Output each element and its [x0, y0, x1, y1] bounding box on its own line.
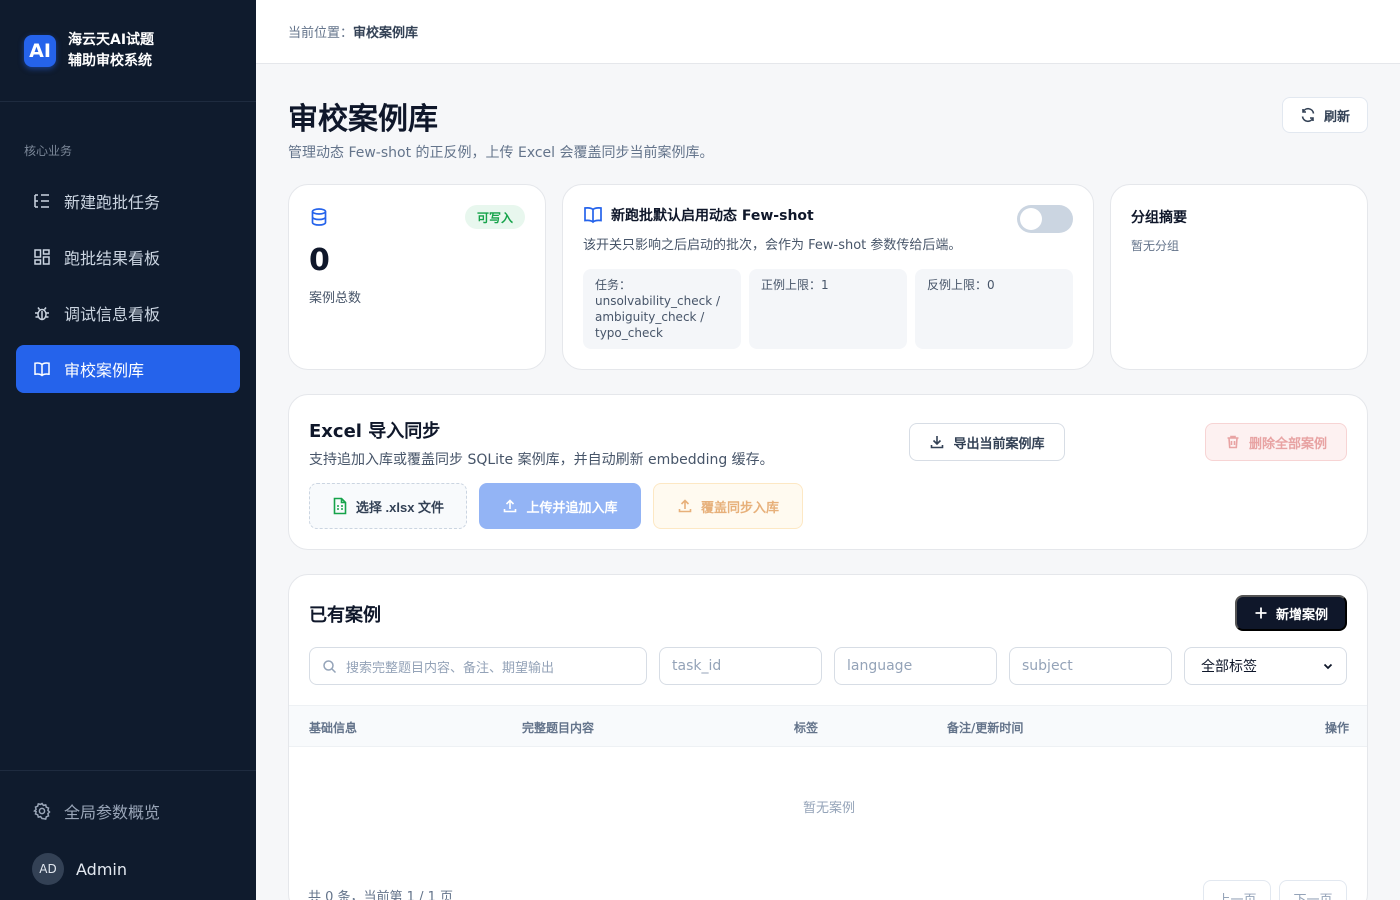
sidebar-item-label: 跑批结果看板 [64, 249, 161, 268]
plus-icon [1255, 607, 1267, 619]
user-profile[interactable]: AD Admin [32, 853, 256, 885]
global-settings-label: 全局参数概览 [64, 803, 161, 822]
global-settings-link[interactable]: 全局参数概览 [32, 799, 256, 823]
refresh-icon [1301, 107, 1315, 123]
overwrite-sync-button[interactable]: 覆盖同步入库 [653, 483, 803, 529]
sidebar-item-debug[interactable]: 调试信息看板 [16, 289, 240, 337]
trash-icon [1227, 435, 1239, 449]
fewshot-description: 该开关只影响之后启动的批次，会作为 Few-shot 参数传给后端。 [583, 238, 962, 253]
group-summary-title: 分组摘要 [1131, 210, 1187, 226]
choose-file-label: 选择 .xlsx 文件 [355, 499, 445, 515]
sidebar-footer: 全局参数概览 AD Admin [0, 770, 256, 900]
group-summary-empty: 暂无分组 [1131, 239, 1180, 253]
brand-title-line1: 海云天AI试题 [68, 31, 155, 48]
brand-logo: AI [24, 34, 56, 67]
table-header: 基础信息 完整题目内容 标签 备注/更新时间 操作 [289, 705, 1367, 747]
breadcrumb: 当前位置： 审校案例库 [256, 0, 1400, 64]
sidebar-item-batch-results[interactable]: 跑批结果看板 [16, 233, 240, 281]
fewshot-card: 新跑批默认启用动态 Few-shot 该开关只影响之后启动的批次，会作为 Few… [562, 184, 1094, 370]
brand-title: 海云天AI试题 辅助审校系统 [68, 30, 154, 72]
nav-section-label: 核心业务 [24, 144, 73, 158]
next-page-button[interactable]: 下一页 [1279, 880, 1347, 900]
sidebar-item-label: 新建跑批任务 [64, 193, 161, 212]
search-input[interactable]: 搜索完整题目内容、备注、期望输出 [309, 647, 647, 685]
dashboard-grid-icon [32, 247, 52, 267]
column-header-tags: 标签 [794, 721, 819, 735]
excel-import-subtitle: 支持追加入库或覆盖同步 SQLite 案例库，并自动刷新 embedding 缓… [309, 452, 774, 468]
search-placeholder: 搜索完整题目内容、备注、期望输出 [346, 660, 555, 676]
upload-append-label: 上传并追加入库 [526, 499, 618, 515]
prev-page-button[interactable]: 上一页 [1203, 880, 1271, 900]
column-header-basic: 基础信息 [309, 721, 358, 735]
language-input[interactable]: language [834, 647, 997, 685]
column-header-content: 完整题目内容 [522, 721, 595, 735]
sidebar-item-label: 调试信息看板 [64, 305, 161, 324]
delete-all-button[interactable]: 删除全部案例 [1205, 423, 1347, 461]
case-count-label: 案例总数 [309, 291, 362, 306]
task-id-input[interactable]: task_id [659, 647, 822, 685]
tag-filter-select[interactable]: 全部标签 [1184, 647, 1347, 685]
chevron-down-icon [1323, 663, 1333, 670]
breadcrumb-current: 审校案例库 [353, 26, 419, 41]
fewshot-tasks-value: unsolvability_check / ambiguity_check / … [595, 294, 721, 340]
fewshot-tasks-label: 任务： [595, 278, 632, 292]
fewshot-title: 新跑批默认启用动态 Few-shot [583, 205, 814, 225]
refresh-label: 刷新 [1323, 108, 1350, 124]
export-library-button[interactable]: 导出当前案例库 [909, 423, 1065, 461]
sidebar-item-case-library[interactable]: 审校案例库 [16, 345, 240, 393]
brand[interactable]: AI 海云天AI试题 辅助审校系统 [0, 0, 256, 102]
database-icon [309, 207, 329, 231]
fewshot-tasks: 任务： unsolvability_check / ambiguity_chec… [583, 269, 741, 349]
spreadsheet-icon [333, 497, 347, 515]
page-title: 审校案例库 [288, 102, 438, 137]
case-count: 0 [309, 243, 330, 278]
upload-icon [678, 499, 692, 513]
excel-import-title: Excel 导入同步 [309, 421, 441, 442]
cases-card: 已有案例 新增案例 搜索完整题目内容、备注、期望输出 task_id langu… [288, 574, 1368, 900]
group-summary-card: 分组摘要 暂无分组 [1110, 184, 1368, 370]
book-open-icon [32, 359, 52, 379]
breadcrumb-prefix: 当前位置： [288, 26, 354, 41]
export-label: 导出当前案例库 [953, 435, 1045, 451]
pagination-summary: 共 0 条，当前第 1 / 1 页 [308, 890, 453, 900]
refresh-button[interactable]: 刷新 [1282, 97, 1368, 133]
sidebar-nav: 新建跑批任务 跑批结果看板 调试信息看板 审校案例库 [0, 177, 256, 393]
delete-label: 删除全部案例 [1248, 435, 1327, 451]
page-subtitle: 管理动态 Few-shot 的正反例，上传 Excel 会覆盖同步当前案例库。 [288, 145, 714, 161]
fewshot-negative-limit: 反例上限：0 [915, 269, 1073, 349]
overwrite-sync-label: 覆盖同步入库 [700, 499, 779, 515]
column-header-actions: 操作 [1324, 721, 1349, 735]
brand-title-line2: 辅助审校系统 [68, 52, 152, 69]
upload-append-button[interactable]: 上传并追加入库 [479, 483, 641, 529]
choose-file-button[interactable]: 选择 .xlsx 文件 [309, 483, 467, 529]
sidebar: AI 海云天AI试题 辅助审校系统 核心业务 新建跑批任务 跑批结果看板 调试信… [0, 0, 256, 900]
download-icon [931, 436, 944, 449]
cases-title: 已有案例 [309, 605, 381, 626]
excel-import-card: Excel 导入同步 支持追加入库或覆盖同步 SQLite 案例库，并自动刷新 … [288, 394, 1368, 550]
sidebar-item-label: 审校案例库 [64, 361, 145, 380]
gear-icon [32, 801, 52, 821]
upload-icon [504, 499, 517, 513]
tag-filter-value: 全部标签 [1201, 659, 1257, 675]
list-tree-icon [32, 191, 52, 211]
fewshot-positive-limit: 正例上限：1 [749, 269, 907, 349]
writable-badge: 可写入 [464, 205, 525, 229]
bug-icon [32, 303, 52, 323]
fewshot-title-text: 新跑批默认启用动态 Few-shot [611, 208, 814, 224]
empty-state: 暂无案例 [802, 801, 855, 816]
case-count-card: 可写入 0 案例总数 [288, 184, 546, 370]
sidebar-item-new-batch[interactable]: 新建跑批任务 [16, 177, 240, 225]
search-icon [323, 660, 337, 674]
book-open-icon [584, 206, 602, 224]
add-case-label: 新增案例 [1275, 606, 1328, 622]
add-case-button[interactable]: 新增案例 [1235, 595, 1347, 631]
fewshot-toggle[interactable] [1017, 205, 1073, 233]
subject-input[interactable]: subject [1009, 647, 1172, 685]
user-name: Admin [76, 859, 127, 879]
column-header-notes: 备注/更新时间 [947, 721, 1024, 735]
avatar: AD [32, 853, 64, 885]
